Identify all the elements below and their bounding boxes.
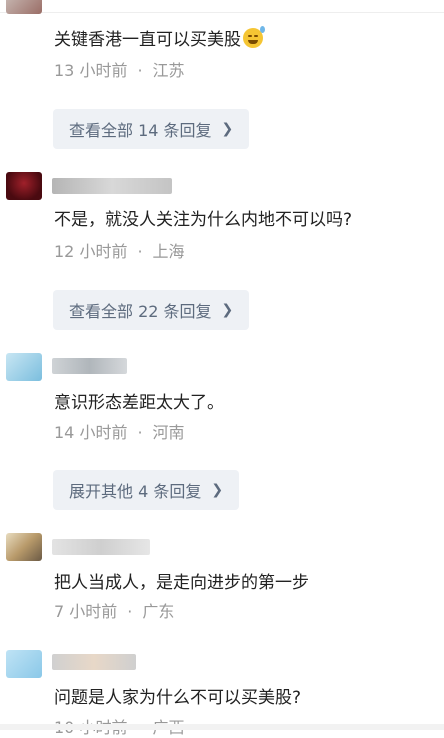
separator-dot: · (127, 602, 133, 621)
reply-button-label: 查看全部 14 条回复 (69, 121, 212, 140)
bottom-edge (0, 724, 444, 730)
comment-time: 13 小时前 (54, 61, 128, 80)
avatar[interactable] (6, 172, 42, 200)
comment-location: 江苏 (152, 61, 185, 80)
comment-location: 上海 (152, 242, 185, 261)
reply-button-label: 查看全部 22 条回复 (69, 302, 212, 321)
reply-button-label: 展开其他 4 条回复 (69, 482, 202, 501)
comment-location: 广东 (142, 602, 175, 621)
avatar[interactable] (6, 0, 42, 14)
comment-meta: 13 小时前 · 江苏 (54, 57, 185, 81)
expand-replies-button[interactable]: 展开其他 4 条回复 ❯ (53, 470, 240, 510)
username[interactable] (52, 358, 127, 374)
sweat-smile-emoji-icon (243, 26, 265, 48)
chevron-right-icon: ❯ (221, 121, 234, 137)
avatar[interactable] (6, 650, 42, 678)
username[interactable] (52, 539, 150, 555)
comment-time: 14 小时前 (54, 423, 128, 442)
view-replies-button[interactable]: 查看全部 14 条回复 ❯ (53, 109, 250, 149)
username[interactable] (52, 178, 172, 194)
comment-text: 关键香港一直可以买美股 (54, 25, 265, 50)
avatar[interactable] (6, 353, 42, 381)
separator-dot: · (137, 423, 143, 442)
chevron-right-icon: ❯ (211, 482, 224, 498)
comment-time: 7 小时前 (54, 602, 118, 621)
separator-dot: · (137, 242, 143, 261)
separator-dot: · (137, 61, 143, 80)
comment-text: 不是，就没人关注为什么内地不可以吗? (54, 210, 353, 230)
comment-text: 意识形态差距太大了。 (54, 393, 224, 413)
comment-text: 问题是人家为什么不可以买美股? (54, 688, 302, 708)
comment-location: 河南 (152, 423, 185, 442)
avatar[interactable] (6, 533, 42, 561)
comment-meta: 12 小时前 · 上海 (54, 238, 185, 262)
comment-time: 12 小时前 (54, 242, 128, 261)
top-edge (0, 0, 444, 13)
chevron-right-icon: ❯ (221, 302, 234, 318)
comment-text: 把人当成人，是走向进步的第一步 (54, 573, 309, 593)
comment-meta: 7 小时前 · 广东 (54, 598, 174, 622)
view-replies-button[interactable]: 查看全部 22 条回复 ❯ (53, 290, 250, 330)
comment-meta: 14 小时前 · 河南 (54, 419, 185, 443)
username[interactable] (52, 654, 136, 670)
